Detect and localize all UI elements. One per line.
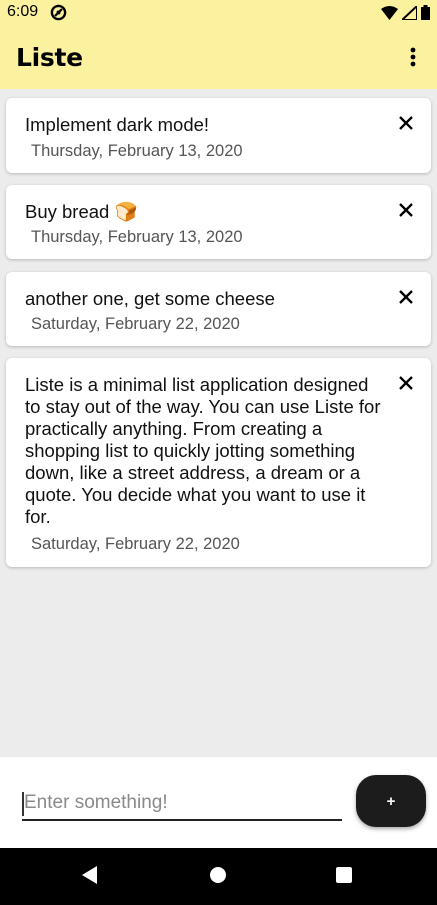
back-triangle-icon[interactable] (80, 865, 98, 890)
text-caret (22, 792, 24, 816)
wifi-icon (381, 5, 398, 20)
note-date: Thursday, February 13, 2020 (31, 142, 243, 160)
note-card[interactable]: Liste is a minimal list application desi… (6, 358, 431, 567)
sync-icon (50, 4, 67, 26)
close-icon[interactable] (397, 288, 415, 306)
note-text: Implement dark mode! (25, 114, 210, 135)
signal-icon (402, 5, 417, 20)
note-list[interactable]: Implement dark mode! Thursday, February … (0, 89, 437, 757)
status-time: 6:09 (7, 3, 39, 20)
entry-input[interactable] (22, 787, 342, 821)
more-vert-icon[interactable] (403, 46, 423, 68)
note-date: Saturday, February 22, 2020 (31, 535, 240, 553)
close-icon[interactable] (397, 114, 415, 132)
system-nav-bar (0, 848, 437, 905)
composer: + (0, 757, 437, 848)
note-text: another one, get some cheese (25, 288, 275, 309)
note-date: Saturday, February 22, 2020 (31, 315, 240, 333)
add-button[interactable]: + (356, 775, 426, 827)
app-title: Liste (16, 43, 83, 72)
note-text: Liste is a minimal list application desi… (25, 374, 386, 527)
status-indicators (381, 5, 430, 20)
recents-square-icon[interactable] (335, 866, 353, 889)
status-bar: 6:09 (0, 0, 437, 26)
home-circle-icon[interactable] (209, 866, 227, 889)
close-icon[interactable] (397, 201, 415, 219)
note-card[interactable]: Buy bread 🍞 Thursday, February 13, 2020 (6, 185, 431, 259)
note-text: Buy bread 🍞 (25, 201, 138, 222)
note-card[interactable]: Implement dark mode! Thursday, February … (6, 98, 431, 173)
battery-icon (421, 5, 430, 20)
close-icon[interactable] (397, 374, 415, 392)
note-date: Thursday, February 13, 2020 (31, 228, 243, 246)
app-bar: Liste (0, 26, 437, 89)
note-card[interactable]: another one, get some cheese Saturday, F… (6, 272, 431, 346)
